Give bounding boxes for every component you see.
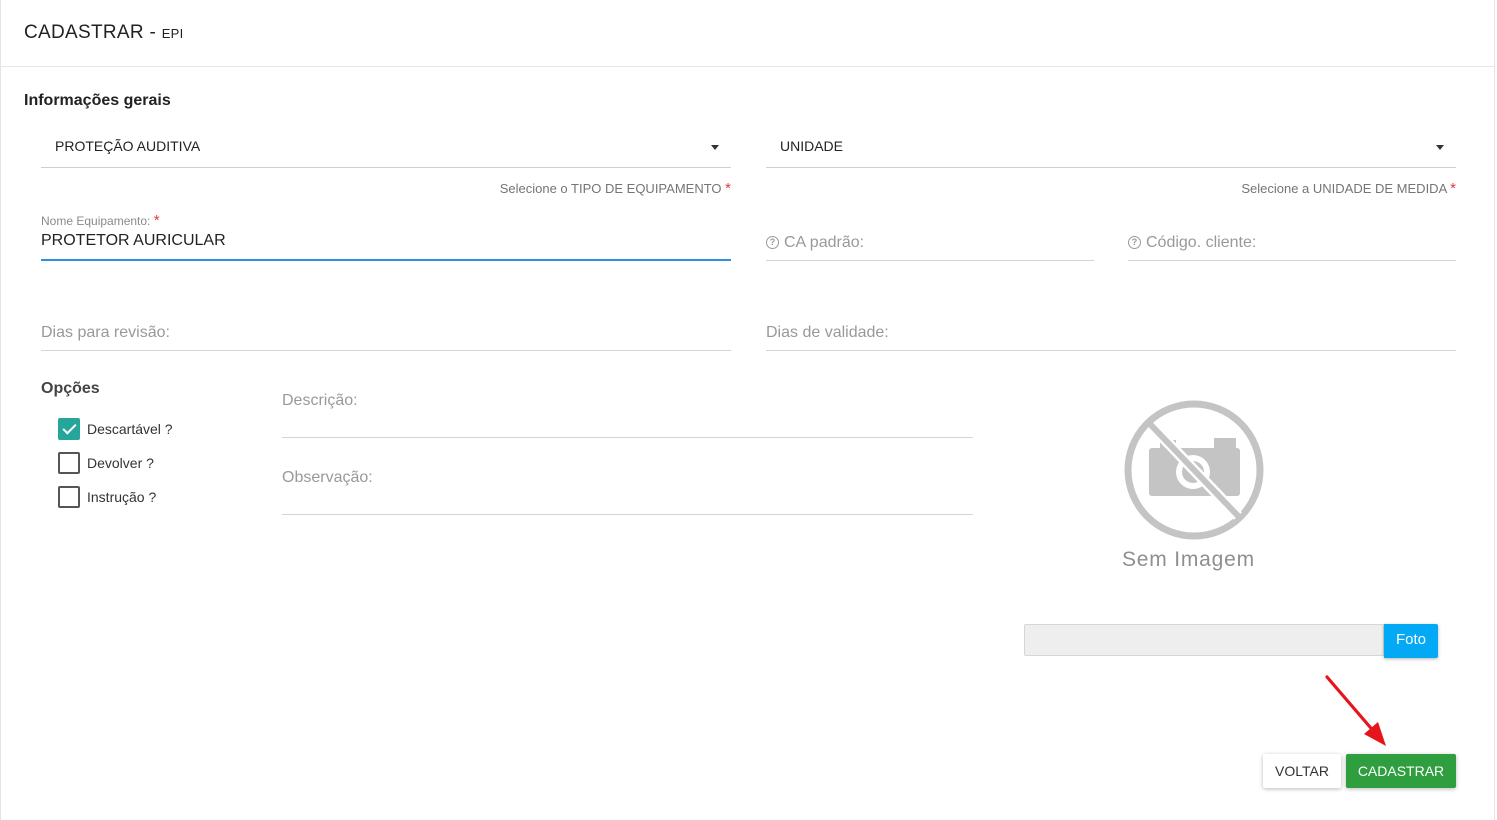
page-title: CADASTRAR - EPI [24, 22, 184, 44]
required-mark: * [153, 212, 160, 229]
photo-file-input[interactable] [1024, 624, 1384, 656]
codigo-cliente-placeholder-text: Código. cliente: [1146, 234, 1257, 251]
checkbox-checked-icon[interactable] [58, 418, 80, 440]
annotation-arrow-icon [1325, 675, 1386, 746]
ca-padrao-field[interactable]: ? CA padrão: [766, 224, 1094, 261]
checkbox-label: Descartável ? [87, 421, 173, 437]
unit-value: UNIDADE [780, 138, 844, 154]
equipment-type-helper: Selecione o TIPO DE EQUIPAMENTO * [400, 180, 731, 197]
descricao-placeholder: Descrição: [282, 392, 358, 409]
page-header: CADASTRAR - EPI [0, 0, 1495, 67]
equipment-type-value: PROTEÇÃO AUDITIVA [55, 138, 201, 154]
descricao-field[interactable]: Descrição: [282, 381, 973, 438]
required-mark: * [1450, 180, 1456, 197]
no-image-text: Sem Imagem [1122, 548, 1255, 571]
checkbox-label: Devolver ? [87, 455, 154, 471]
equipment-name-label: Nome Equipamento: * [41, 212, 160, 229]
ca-padrao-placeholder-text: CA padrão: [784, 234, 865, 251]
codigo-cliente-placeholder: ? Código. cliente: [1128, 234, 1256, 252]
checkbox-label: Instrução ? [87, 489, 157, 505]
ca-padrao-placeholder: ? CA padrão: [766, 234, 864, 252]
codigo-cliente-field[interactable]: ? Código. cliente: [1128, 224, 1456, 261]
equipment-type-helper-text: Selecione o TIPO DE EQUIPAMENTO [499, 181, 722, 196]
page-title-separator: - [143, 22, 162, 43]
page-subtitle: EPI [161, 26, 184, 41]
dias-revisao-field[interactable]: Dias para revisão: [41, 314, 731, 351]
equipment-name-value: PROTETOR AURICULAR [41, 232, 226, 249]
submit-button[interactable]: CADASTRAR [1346, 754, 1456, 788]
dias-validade-field[interactable]: Dias de validade: [766, 314, 1456, 351]
page-title-main: CADASTRAR [24, 22, 144, 43]
checkbox-unchecked-icon[interactable] [58, 452, 80, 474]
back-button[interactable]: VOLTAR [1263, 754, 1341, 788]
options-title: Opções [41, 380, 100, 397]
required-mark: * [725, 180, 731, 197]
unit-helper: Selecione a UNIDADE DE MEDIDA * [1100, 180, 1456, 197]
no-camera-icon [1124, 400, 1264, 540]
dias-revisao-placeholder: Dias para revisão: [41, 324, 170, 341]
dias-validade-placeholder: Dias de validade: [766, 324, 889, 341]
help-icon[interactable]: ? [766, 236, 779, 249]
equipment-type-select[interactable]: PROTEÇÃO AUDITIVA [41, 127, 731, 168]
observacao-placeholder: Observação: [282, 469, 373, 486]
checkbox-unchecked-icon[interactable] [58, 486, 80, 508]
photo-upload-button[interactable]: Foto [1384, 624, 1438, 658]
equipment-name-field[interactable]: Nome Equipamento: * PROTETOR AURICULAR [41, 210, 731, 261]
unit-helper-text: Selecione a UNIDADE DE MEDIDA [1241, 181, 1447, 196]
observacao-field[interactable]: Observação: [282, 458, 973, 515]
chevron-down-icon [1436, 145, 1444, 150]
equipment-name-label-text: Nome Equipamento: [41, 214, 151, 228]
section-title: Informações gerais [24, 92, 171, 109]
unit-select[interactable]: UNIDADE [766, 127, 1456, 168]
help-icon[interactable]: ? [1128, 236, 1141, 249]
chevron-down-icon [711, 145, 719, 150]
